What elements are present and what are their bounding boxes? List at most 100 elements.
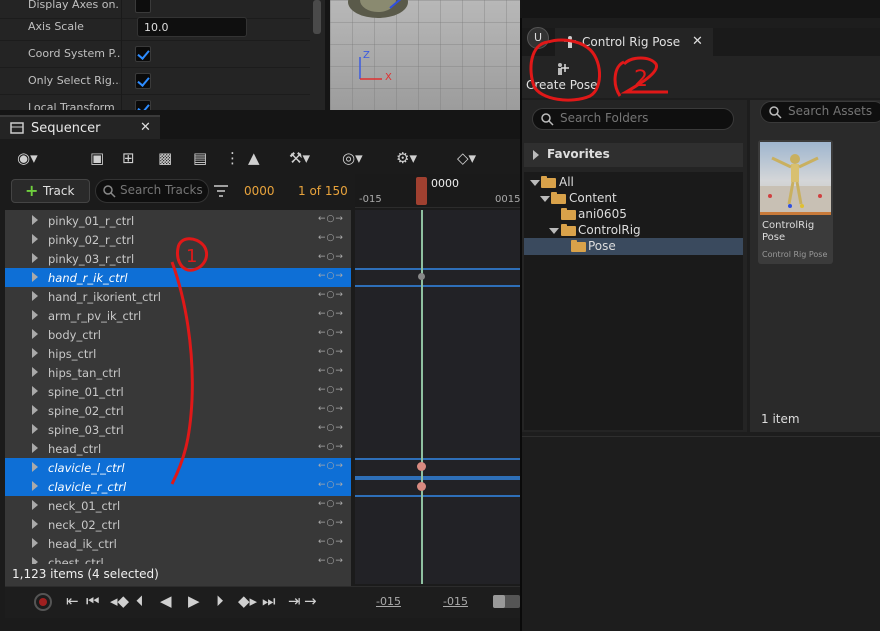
key-navigation-icon[interactable]: ←○→ bbox=[318, 442, 344, 452]
tree-node-content[interactable]: Content bbox=[569, 191, 617, 205]
chevron-right-icon[interactable] bbox=[32, 538, 38, 548]
play-reverse-icon[interactable]: ◀ bbox=[160, 592, 172, 610]
play-icon[interactable]: ▶ bbox=[188, 592, 200, 610]
key-navigation-icon[interactable]: ←○→ bbox=[318, 271, 344, 281]
tree-node-ani0605[interactable]: ani0605 bbox=[578, 207, 627, 221]
render-movie-icon[interactable]: ▤ bbox=[193, 148, 207, 168]
track-row[interactable]: spine_01_ctrl ←○→ bbox=[5, 382, 351, 401]
chevron-right-icon[interactable] bbox=[32, 386, 38, 396]
folder-search-input[interactable] bbox=[560, 111, 725, 125]
add-track-button[interactable]: + Track bbox=[11, 179, 90, 203]
key-navigation-icon[interactable]: ←○→ bbox=[318, 385, 344, 395]
key-navigation-icon[interactable]: ←○→ bbox=[318, 328, 344, 338]
track-row[interactable]: neck_01_ctrl ←○→ bbox=[5, 496, 351, 515]
key-navigation-icon[interactable]: ←○→ bbox=[318, 480, 344, 490]
create-pose-button[interactable]: Create Pose bbox=[526, 60, 598, 96]
keyframe[interactable] bbox=[418, 273, 425, 280]
key-navigation-icon[interactable]: ←○→ bbox=[318, 518, 344, 528]
chevron-right-icon[interactable] bbox=[32, 310, 38, 320]
save-icon[interactable]: ▣ bbox=[90, 148, 104, 168]
track-row[interactable]: body_ctrl ←○→ bbox=[5, 325, 351, 344]
step-forward-icon[interactable]: ⏭ bbox=[262, 592, 276, 610]
track-search-input[interactable] bbox=[120, 183, 204, 197]
record-button[interactable] bbox=[34, 593, 52, 611]
keyframe[interactable] bbox=[417, 462, 426, 471]
viewport[interactable]: Z X bbox=[330, 0, 520, 110]
key-navigation-icon[interactable]: ←○→ bbox=[318, 423, 344, 433]
timeline-area[interactable] bbox=[355, 210, 520, 584]
tools-icon[interactable]: ⚒▾ bbox=[289, 148, 310, 168]
find-asset-icon[interactable]: ⊞ bbox=[122, 148, 135, 168]
keyframe-icon[interactable]: ◇▾ bbox=[457, 148, 476, 168]
display-axes-checkbox[interactable] bbox=[135, 0, 151, 13]
step-frame-back-icon[interactable]: ⏴ bbox=[136, 592, 144, 610]
key-navigation-icon[interactable]: ←○→ bbox=[318, 309, 344, 319]
chevron-down-icon[interactable] bbox=[549, 228, 559, 234]
timeline-scrollbar[interactable] bbox=[493, 595, 520, 608]
key-navigation-icon[interactable]: ←○→ bbox=[318, 214, 344, 224]
track-row[interactable]: pinky_01_r_ctrl ←○→ bbox=[5, 211, 351, 230]
key-navigation-icon[interactable]: ←○→ bbox=[318, 233, 344, 243]
time-ruler[interactable]: -015 0015 0000 bbox=[355, 174, 520, 208]
details-scrollbar[interactable] bbox=[313, 0, 321, 34]
chevron-right-icon[interactable] bbox=[32, 500, 38, 510]
next-key-icon[interactable]: ◆▸ bbox=[238, 592, 257, 610]
prev-key-icon[interactable]: ◂◆ bbox=[110, 592, 129, 610]
close-icon[interactable]: ✕ bbox=[140, 120, 151, 135]
track-search[interactable] bbox=[95, 179, 209, 203]
track-row[interactable]: spine_03_ctrl ←○→ bbox=[5, 420, 351, 439]
track-row[interactable]: head_ctrl ←○→ bbox=[5, 439, 351, 458]
chevron-down-icon[interactable] bbox=[530, 180, 540, 186]
chevron-right-icon[interactable] bbox=[32, 367, 38, 377]
chevron-right-icon[interactable] bbox=[32, 462, 38, 472]
jump-to-end-icon[interactable]: ⇥ bbox=[288, 592, 301, 610]
key-navigation-icon[interactable]: ←○→ bbox=[318, 366, 344, 376]
world-icon[interactable]: ◉▾ bbox=[17, 148, 38, 168]
coord-system-checkbox[interactable] bbox=[135, 46, 151, 62]
key-navigation-icon[interactable]: ←○→ bbox=[318, 461, 344, 471]
favorites-header[interactable]: Favorites bbox=[524, 143, 743, 167]
tab-sequencer[interactable]: Sequencer ✕ bbox=[0, 115, 160, 139]
track-row[interactable]: clavicle_l_ctrl ←○→ bbox=[5, 458, 351, 477]
jump-to-start-icon[interactable]: ⇤ bbox=[66, 592, 79, 610]
close-icon[interactable]: ✕ bbox=[692, 34, 703, 49]
eye-icon[interactable]: ◎▾ bbox=[342, 148, 363, 168]
chevron-right-icon[interactable] bbox=[32, 481, 38, 491]
chevron-down-icon[interactable] bbox=[540, 196, 550, 202]
play-range-start[interactable]: -015 bbox=[376, 595, 401, 608]
track-row[interactable]: pinky_03_r_ctrl ←○→ bbox=[5, 249, 351, 268]
chevron-right-icon[interactable] bbox=[32, 272, 38, 282]
track-row[interactable]: clavicle_r_ctrl ←○→ bbox=[5, 477, 351, 496]
key-navigation-icon[interactable]: ←○→ bbox=[318, 499, 344, 509]
keyframe[interactable] bbox=[417, 482, 426, 491]
settings-gear-icon[interactable]: ⚙▾ bbox=[396, 148, 417, 168]
chevron-right-icon[interactable] bbox=[32, 291, 38, 301]
chevron-right-icon[interactable] bbox=[32, 405, 38, 415]
filter-icon[interactable] bbox=[213, 184, 229, 198]
chevron-right-icon[interactable] bbox=[32, 329, 38, 339]
track-row[interactable]: hips_ctrl ←○→ bbox=[5, 344, 351, 363]
chevron-right-icon[interactable] bbox=[32, 424, 38, 434]
track-row[interactable]: neck_02_ctrl ←○→ bbox=[5, 515, 351, 534]
tab-control-rig-pose[interactable]: Control Rig Pose ✕ bbox=[555, 28, 713, 56]
loop-icon[interactable]: → bbox=[304, 592, 317, 610]
key-navigation-icon[interactable]: ←○→ bbox=[318, 252, 344, 262]
current-frame[interactable]: 0000 bbox=[244, 184, 275, 198]
camera-icon[interactable]: ▩ bbox=[158, 148, 172, 168]
track-row[interactable]: hand_r_ik_ctrl ←○→ bbox=[5, 268, 351, 287]
only-select-rig-checkbox[interactable] bbox=[135, 73, 151, 89]
track-row[interactable]: spine_02_ctrl ←○→ bbox=[5, 401, 351, 420]
playhead-handle[interactable] bbox=[416, 177, 427, 205]
play-range-end[interactable]: -015 bbox=[443, 595, 468, 608]
key-navigation-icon[interactable]: ←○→ bbox=[318, 537, 344, 547]
key-navigation-icon[interactable]: ←○→ bbox=[318, 347, 344, 357]
chevron-right-icon[interactable] bbox=[32, 215, 38, 225]
chevron-right-icon[interactable] bbox=[32, 443, 38, 453]
chevron-right-icon[interactable] bbox=[32, 234, 38, 244]
tree-node-controlrig[interactable]: ControlRig bbox=[578, 223, 641, 237]
track-row[interactable]: arm_r_pv_ik_ctrl ←○→ bbox=[5, 306, 351, 325]
key-navigation-icon[interactable]: ←○→ bbox=[318, 290, 344, 300]
tree-node-pose[interactable]: Pose bbox=[588, 239, 616, 253]
chevron-right-icon[interactable] bbox=[32, 253, 38, 263]
step-frame-forward-icon[interactable]: ⏵ bbox=[216, 592, 224, 610]
